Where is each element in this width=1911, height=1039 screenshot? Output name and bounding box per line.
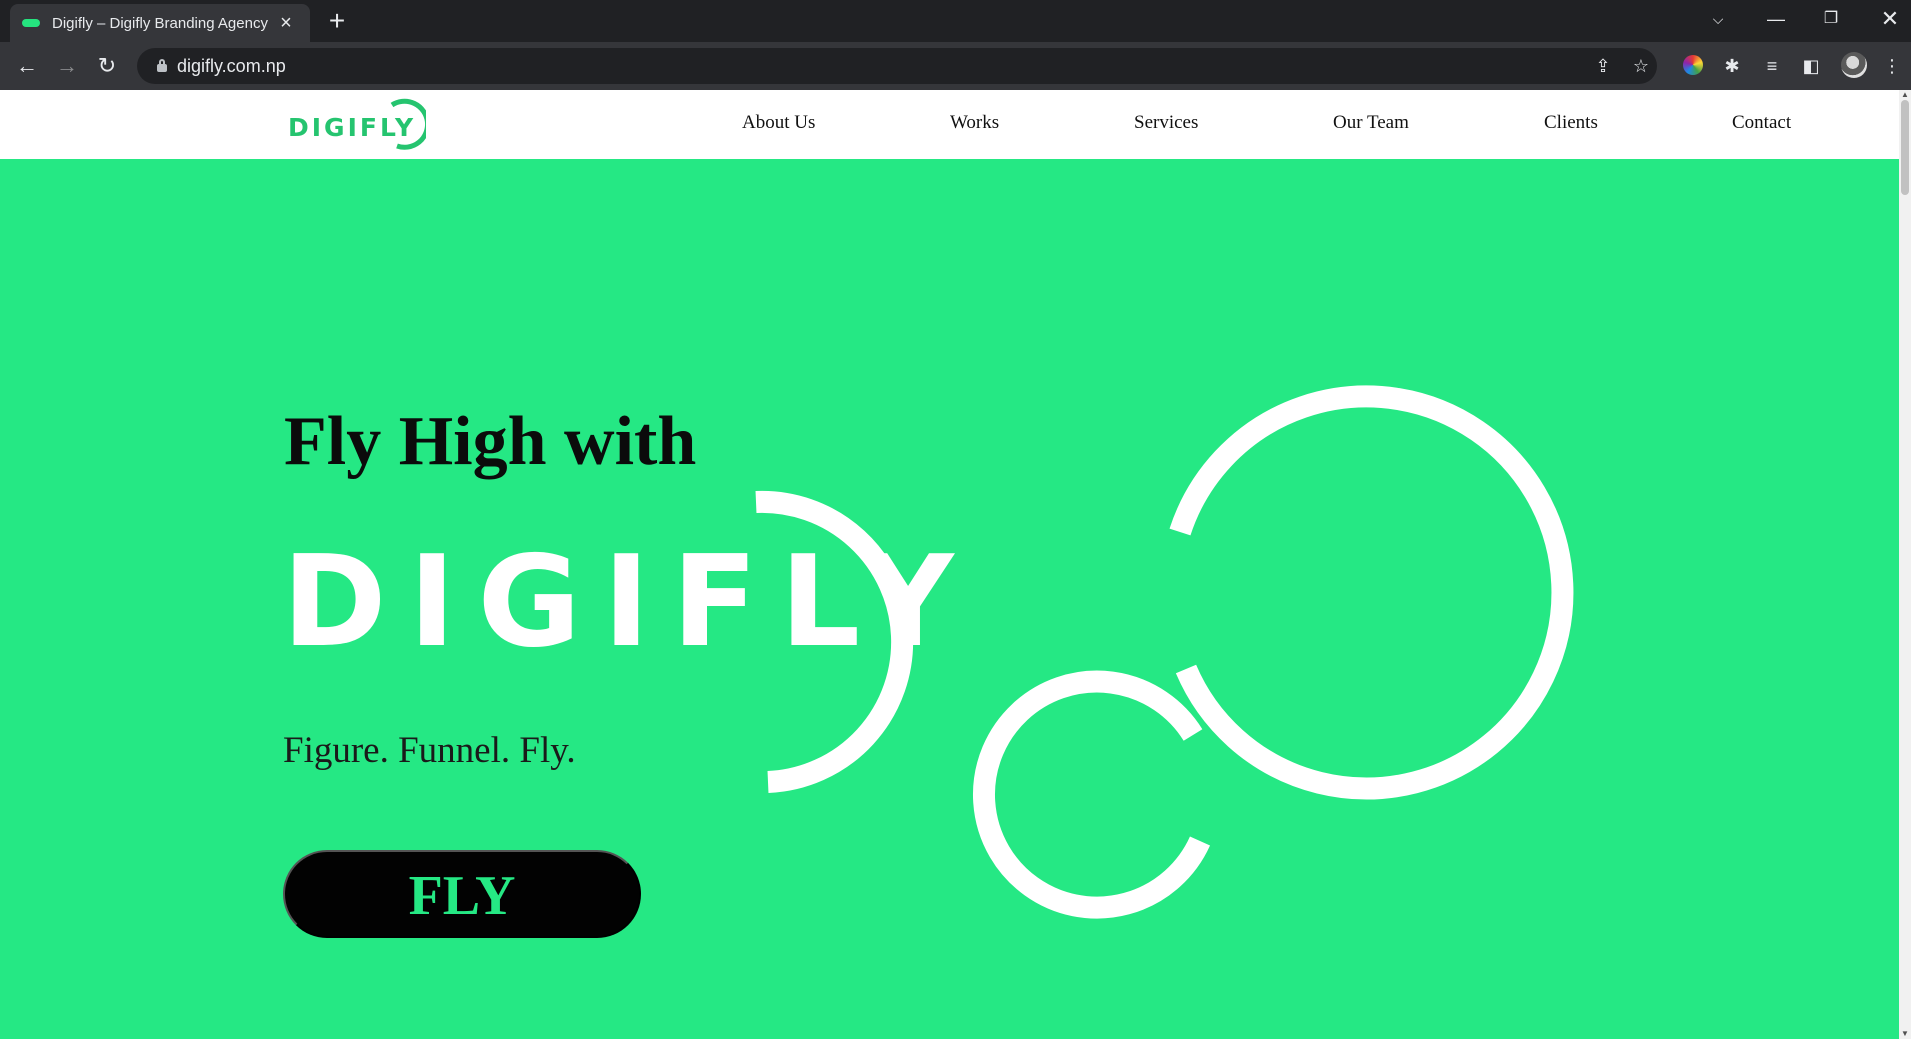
reload-icon[interactable]: ↻ [92,51,122,81]
side-panel-icon[interactable]: ◧ [1797,52,1825,80]
lock-icon[interactable] [157,59,167,72]
nav-contact[interactable]: Contact [1732,112,1791,134]
back-arrow-icon[interactable]: ← [12,51,42,81]
bookmark-star-icon[interactable]: ☆ [1627,52,1655,80]
nav-our-team[interactable]: Our Team [1333,112,1409,134]
nav-services[interactable]: Services [1134,112,1198,134]
scrollbar-thumb[interactable] [1901,100,1909,195]
forward-arrow-icon[interactable]: → [52,51,82,81]
scroll-up-arrow-icon[interactable]: ▲ [1899,90,1911,100]
browser-tab-strip: Digifly – Digifly Branding Agency × + ⌵ … [0,0,1911,42]
restore-icon[interactable]: ❐ [1807,0,1855,38]
menu-kebab-icon[interactable]: ⋮ [1878,52,1906,80]
browser-toolbar: ← → ↻ digifly.com.np ⇪ ☆ [0,42,1911,90]
share-icon[interactable]: ⇪ [1589,52,1617,80]
site-favicon-icon [22,19,40,27]
close-tab-icon[interactable]: × [274,13,298,33]
scroll-down-arrow-icon[interactable]: ▼ [1899,1029,1911,1039]
extensions-puzzle-icon[interactable]: ✱ [1718,52,1746,80]
media-queue-icon[interactable]: ≡ [1758,52,1786,80]
site-header: DIGIFLY About Us Works Services Our Team… [0,90,1899,159]
new-tab-icon[interactable]: + [322,6,352,36]
page-scrollbar[interactable]: ▲ ▼ [1899,90,1911,1039]
browser-tab[interactable]: Digifly – Digifly Branding Agency × [10,4,310,42]
page-viewport: DIGIFLY About Us Works Services Our Team… [0,90,1899,1039]
tab-search-chevron-icon[interactable]: ⌵ [1694,0,1742,38]
close-window-icon[interactable]: ✕ [1866,0,1911,38]
hero-tagline: Figure. Funnel. Fly. [283,730,576,771]
tab-title: Digifly – Digifly Branding Agency [52,14,268,32]
minimize-icon[interactable]: — [1752,0,1800,38]
color-extension-icon[interactable] [1683,55,1703,75]
nav-about-us[interactable]: About Us [742,112,815,134]
address-bar[interactable]: digifly.com.np ⇪ ☆ [137,48,1657,84]
nav-clients[interactable]: Clients [1544,112,1598,134]
fly-cta-button[interactable]: FLY [283,850,641,938]
logo-swoosh-icon [390,98,426,150]
site-logo[interactable]: DIGIFLY [286,98,426,152]
url-text[interactable]: digifly.com.np [177,56,286,77]
nav-works[interactable]: Works [950,112,999,134]
profile-avatar[interactable] [1841,52,1867,78]
hero-section: Fly High with DIGIFLY Figure. Funnel. Fl… [0,159,1899,1039]
